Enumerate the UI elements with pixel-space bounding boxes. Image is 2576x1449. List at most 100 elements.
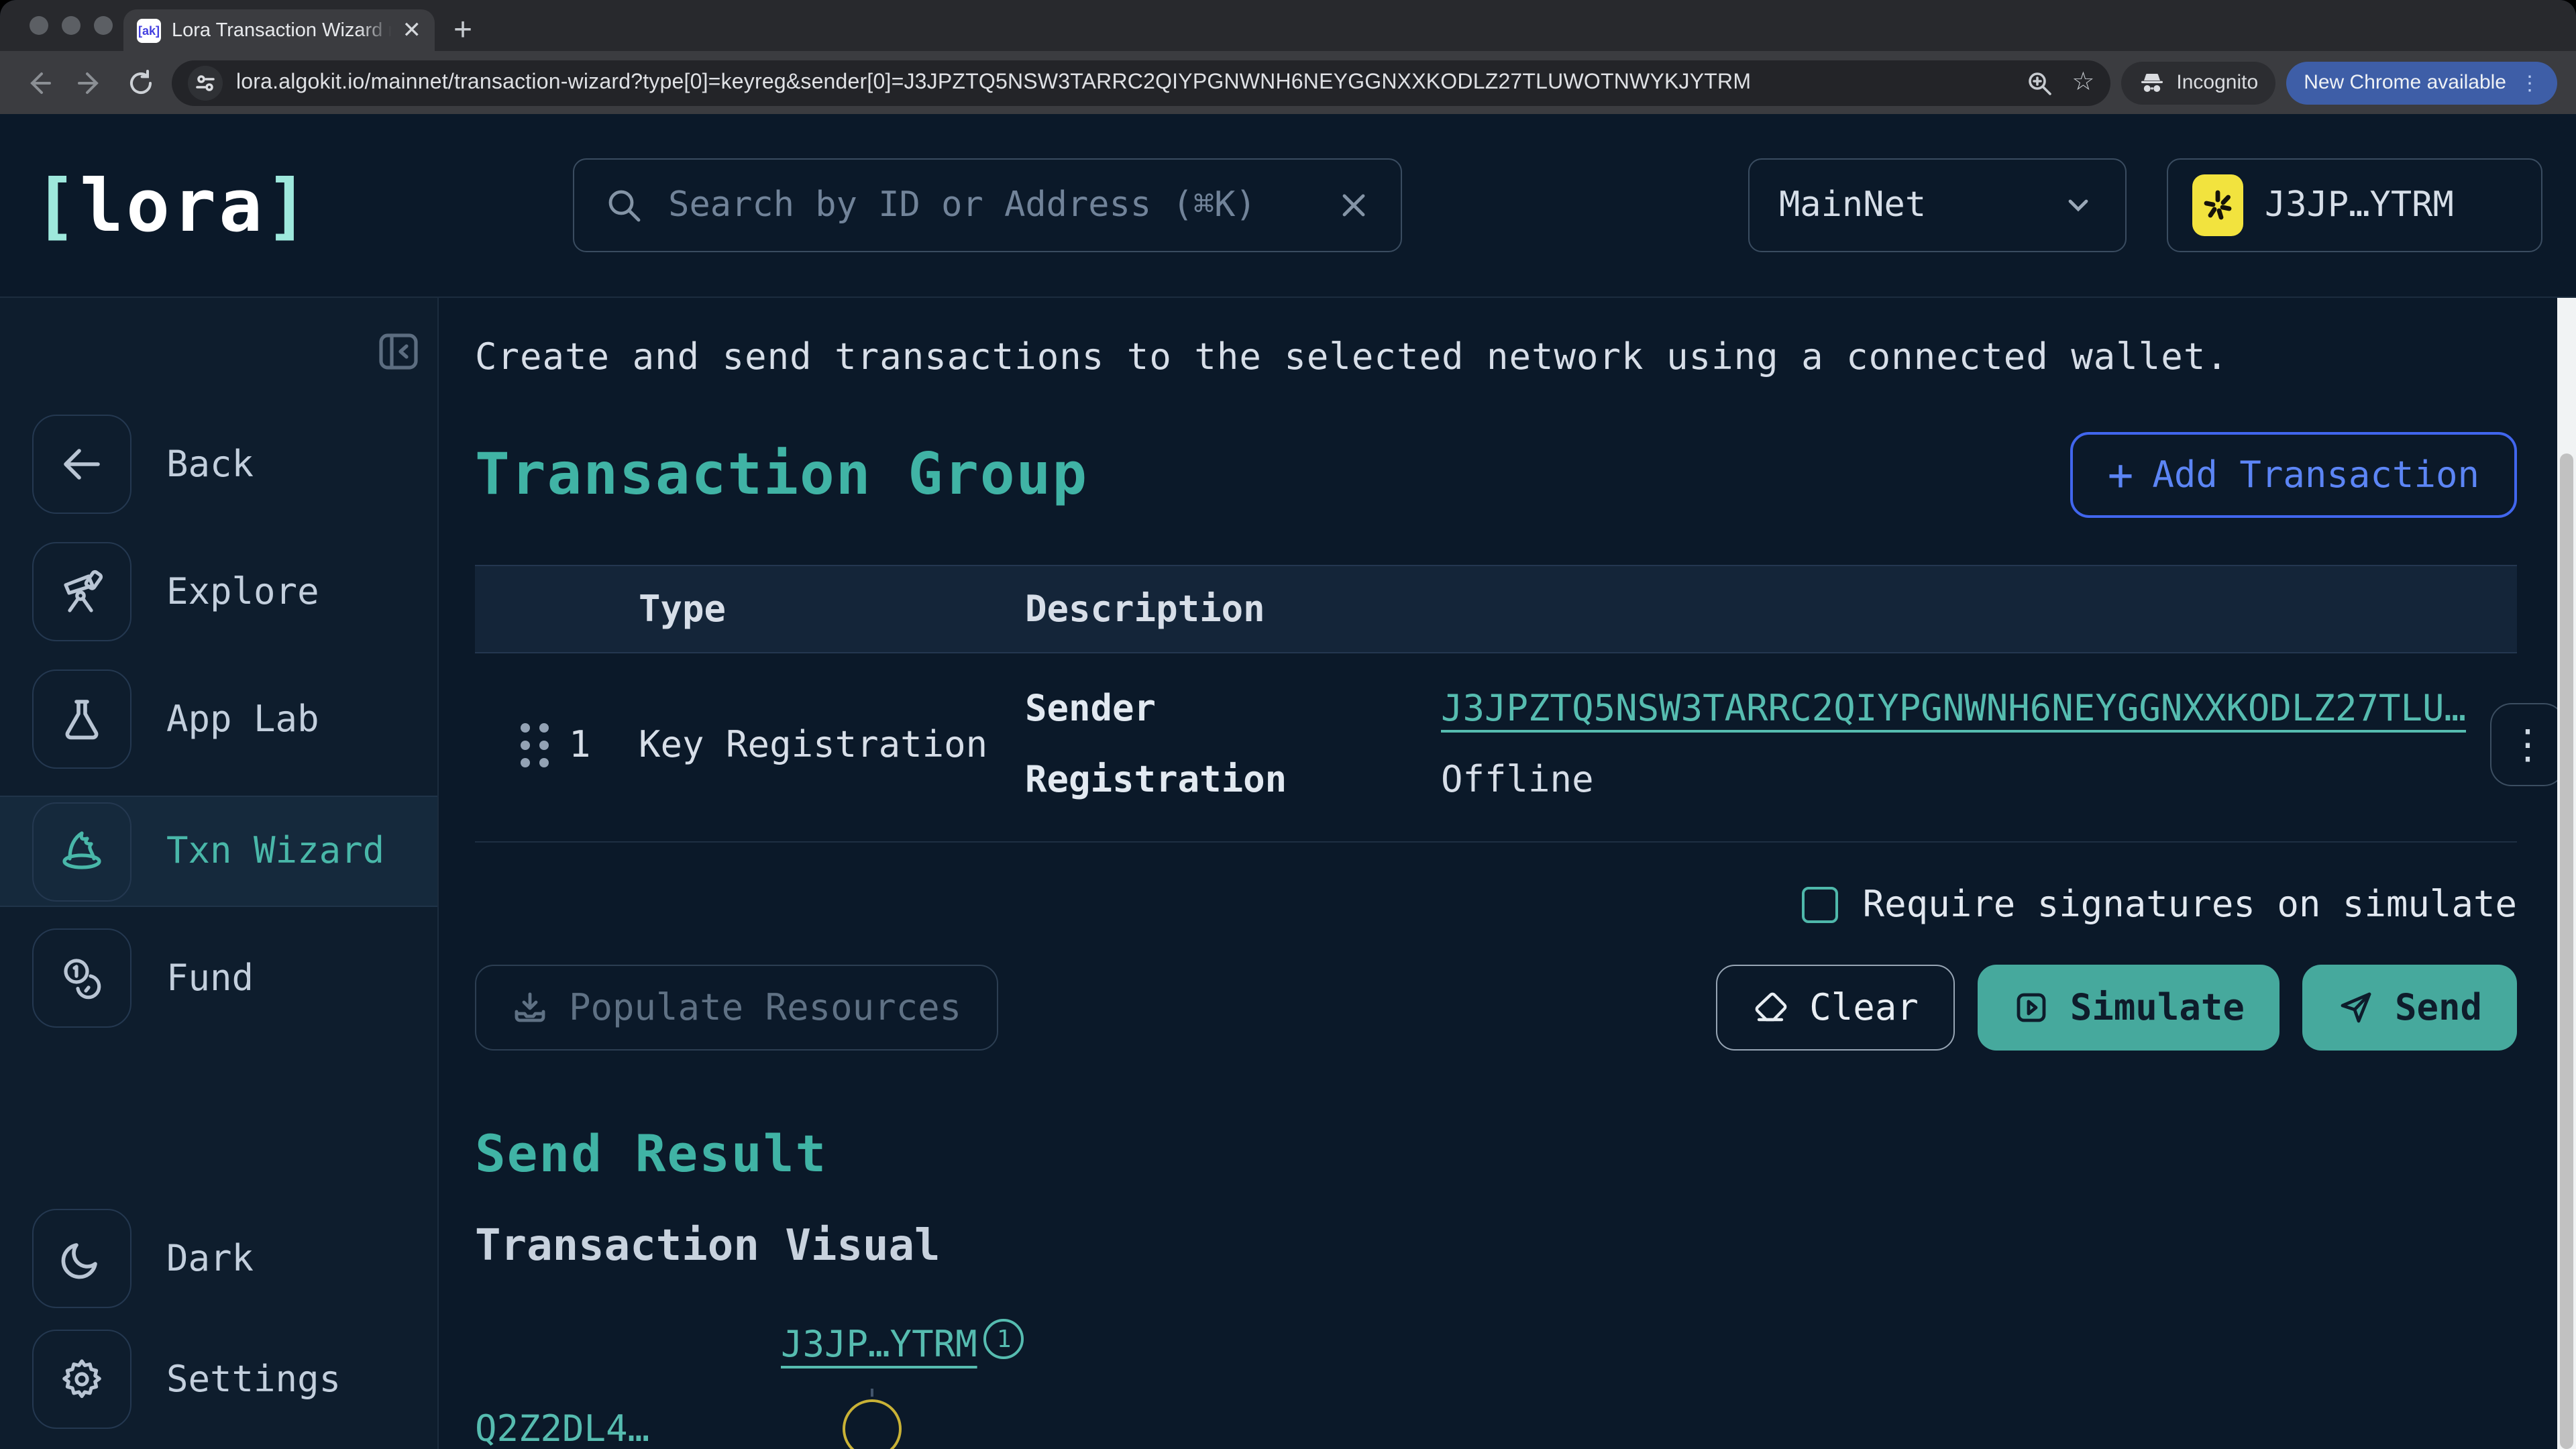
sidebar-spacer bbox=[0, 1055, 437, 1208]
browser-toolbar: lora.algokit.io/mainnet/transaction-wiza… bbox=[0, 51, 2576, 114]
search-input[interactable] bbox=[665, 184, 1315, 227]
new-tab-button[interactable]: + bbox=[453, 15, 472, 47]
url-text: lora.algokit.io/mainnet/transaction-wiza… bbox=[236, 70, 2007, 95]
plus-icon: + bbox=[2108, 453, 2134, 496]
square-play-icon bbox=[2012, 989, 2050, 1026]
zoom-window-button[interactable] bbox=[94, 16, 113, 35]
tab-close-icon[interactable]: ✕ bbox=[402, 19, 422, 42]
address-bar[interactable]: lora.algokit.io/mainnet/transaction-wiza… bbox=[172, 60, 2110, 105]
sidebar-item-back[interactable]: Back bbox=[0, 413, 437, 515]
sidebar-item-explore[interactable]: Explore bbox=[0, 541, 437, 643]
visual-column-account-link[interactable]: J3JP…YTRM bbox=[781, 1324, 977, 1366]
telescope-icon bbox=[32, 542, 131, 641]
sidebar-item-label: Back bbox=[166, 443, 254, 485]
app-header: [lora] MainNet J3 bbox=[0, 114, 2576, 298]
column-header-description: Description bbox=[1025, 588, 2396, 630]
require-signatures-checkbox[interactable] bbox=[1803, 887, 1839, 923]
sidebar-item-label: Settings bbox=[166, 1358, 341, 1400]
sidebar-item-label: Txn Wizard bbox=[166, 830, 384, 872]
zoom-page-icon[interactable] bbox=[2026, 69, 2053, 96]
tab-strip: [ak] Lora Transaction Wizard main ✕ + bbox=[0, 0, 2576, 51]
require-signatures-label[interactable]: Require signatures on simulate bbox=[1863, 884, 2517, 926]
drag-handle-icon[interactable] bbox=[521, 722, 550, 767]
sender-address-link[interactable]: J3JPZTQ5NSW3TARRC2QIYPGNWNH6NEYGGNXXKODL… bbox=[1441, 688, 2466, 730]
populate-resources-label: Populate Resources bbox=[569, 987, 961, 1028]
reload-icon[interactable] bbox=[121, 62, 161, 103]
add-transaction-label: Add Transaction bbox=[2152, 454, 2479, 496]
add-transaction-button[interactable]: + Add Transaction bbox=[2070, 432, 2517, 518]
sidebar-collapse-icon[interactable] bbox=[376, 329, 421, 374]
transaction-group-title: Transaction Group bbox=[475, 441, 1088, 508]
bookmark-star-icon[interactable]: ☆ bbox=[2072, 67, 2094, 98]
logo-text: lora bbox=[80, 163, 265, 248]
column-header-type: Type bbox=[639, 588, 1025, 630]
page-description: Create and send transactions to the sele… bbox=[475, 337, 2517, 378]
sidebar-item-label: Dark bbox=[166, 1238, 254, 1279]
transaction-visual-diagram: J3JP…YTRM 1 Q2Z2DL4… bbox=[475, 1324, 2517, 1449]
transaction-visual-title: Transaction Visual bbox=[475, 1220, 2517, 1271]
search-clear-icon[interactable] bbox=[1336, 188, 1371, 223]
flask-icon bbox=[32, 669, 131, 769]
download-tray-icon bbox=[511, 989, 549, 1026]
sidebar-item-label: Explore bbox=[166, 571, 319, 612]
visual-row-txn-link[interactable]: Q2Z2DL4… bbox=[475, 1409, 649, 1449]
sidebar-item-app-lab[interactable]: App Lab bbox=[0, 668, 437, 770]
tab-title: Lora Transaction Wizard main bbox=[172, 19, 392, 41]
sidebar-item-fund[interactable]: Fund bbox=[0, 927, 437, 1029]
close-window-button[interactable] bbox=[30, 16, 48, 35]
logo-bracket: ] bbox=[265, 163, 311, 248]
site-settings-icon[interactable] bbox=[188, 65, 223, 100]
arrow-left-icon bbox=[32, 415, 131, 514]
browser-menu-icon[interactable]: ⋮ bbox=[2520, 70, 2540, 95]
chrome-update-chip[interactable]: New Chrome available ⋮ bbox=[2286, 61, 2557, 104]
browser-tab[interactable]: [ak] Lora Transaction Wizard main ✕ bbox=[123, 9, 435, 51]
sidebar-item-settings[interactable]: Settings bbox=[0, 1328, 437, 1430]
transaction-node-circle[interactable] bbox=[843, 1399, 902, 1449]
simulate-button[interactable]: Simulate bbox=[1978, 965, 2279, 1051]
forward-icon[interactable] bbox=[70, 62, 110, 103]
wallet-spark-icon bbox=[2192, 174, 2243, 236]
global-search[interactable] bbox=[573, 158, 1402, 252]
wallet-address-label: J3JP…YTRM bbox=[2265, 185, 2454, 225]
lora-logo[interactable]: [lora] bbox=[34, 163, 311, 248]
browser-window: [ak] Lora Transaction Wizard main ✕ + lo… bbox=[0, 0, 2576, 1449]
chrome-update-label: New Chrome available bbox=[2304, 71, 2506, 94]
minimize-window-button[interactable] bbox=[62, 16, 80, 35]
coins-icon bbox=[32, 928, 131, 1028]
table-row: 1 Key Registration Sender J3JPZTQ5NSW3TA… bbox=[475, 653, 2517, 843]
eraser-icon bbox=[1752, 989, 1789, 1026]
sidebar-nav: Back Explore App Lab bbox=[0, 413, 437, 1449]
network-selected-value: MainNet bbox=[1779, 185, 2061, 225]
wizard-hat-icon bbox=[32, 802, 131, 901]
sidebar-item-txn-wizard[interactable]: Txn Wizard bbox=[0, 796, 437, 907]
table-header-row: Type Description bbox=[475, 565, 2517, 653]
simulate-label: Simulate bbox=[2070, 987, 2245, 1028]
traffic-lights bbox=[30, 16, 113, 35]
clear-button[interactable]: Clear bbox=[1715, 965, 1955, 1051]
row-menu-icon[interactable]: ⋮ bbox=[2490, 703, 2565, 786]
network-select[interactable]: MainNet bbox=[1748, 158, 2127, 252]
gear-icon bbox=[32, 1330, 131, 1429]
sidebar-item-label: App Lab bbox=[166, 698, 319, 740]
send-button[interactable]: Send bbox=[2302, 965, 2517, 1051]
connected-wallet-button[interactable]: J3JP…YTRM bbox=[2167, 158, 2542, 252]
sidebar-item-label: Fund bbox=[166, 957, 254, 999]
row-description: Sender J3JPZTQ5NSW3TARRC2QIYPGNWNH6NEYGG… bbox=[1025, 688, 2466, 801]
back-icon[interactable] bbox=[19, 62, 59, 103]
app-body: Back Explore App Lab bbox=[0, 298, 2576, 1449]
send-label: Send bbox=[2395, 987, 2482, 1028]
populate-resources-button[interactable]: Populate Resources bbox=[475, 965, 998, 1051]
search-icon bbox=[604, 185, 644, 225]
send-plane-icon bbox=[2337, 989, 2375, 1026]
incognito-icon bbox=[2139, 69, 2165, 96]
chevron-down-icon bbox=[2061, 188, 2096, 223]
page-scrollbar[interactable] bbox=[2557, 298, 2576, 1449]
sidebar: Back Explore App Lab bbox=[0, 298, 439, 1449]
field-label-sender: Sender bbox=[1025, 688, 1441, 730]
scrollbar-thumb[interactable] bbox=[2560, 453, 2573, 1449]
incognito-badge: Incognito bbox=[2121, 61, 2275, 104]
send-result-title: Send Result bbox=[475, 1124, 2517, 1183]
sidebar-item-dark-mode[interactable]: Dark bbox=[0, 1208, 437, 1309]
moon-icon bbox=[32, 1209, 131, 1308]
lora-app: [lora] MainNet J3 bbox=[0, 114, 2576, 1449]
